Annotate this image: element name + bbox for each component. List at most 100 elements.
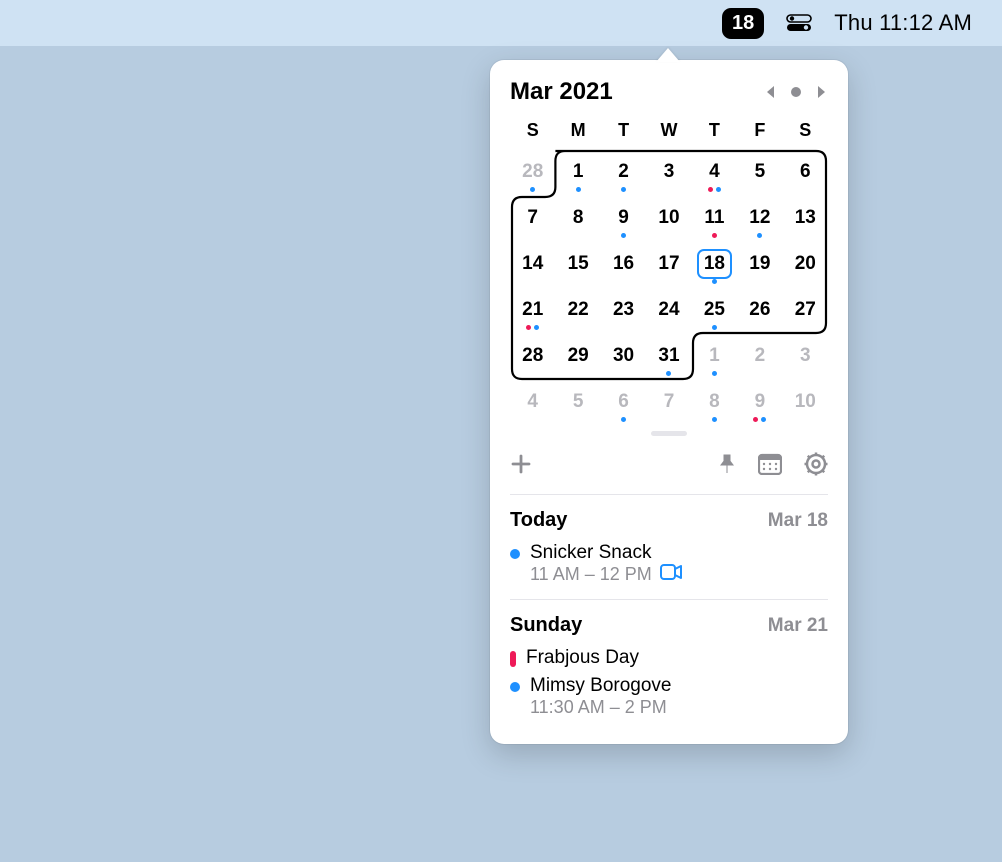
calendar-day-number: 15 [568,253,589,275]
calendar-day-number: 5 [755,161,766,183]
divider [510,599,828,600]
event-dots [601,233,646,238]
menubar-clock[interactable]: Thu 11:12 AM [834,10,972,36]
calendar-day[interactable]: 7 [510,195,555,241]
calendar-day-number: 6 [800,161,811,183]
calendar-day[interactable]: 9 [601,195,646,241]
calendar-day[interactable]: 1 [692,333,737,379]
event-dot-icon [708,187,713,192]
calendar-day-number: 30 [613,345,634,367]
calendar-day[interactable]: 19 [737,241,782,287]
calendar-day[interactable]: 26 [737,287,782,333]
calendar-day-number: 13 [795,207,816,229]
calendar-day[interactable]: 5 [555,379,600,425]
calendar-day-number: 19 [749,253,770,275]
calendar-day[interactable]: 13 [783,195,828,241]
calendar-day[interactable]: 11 [692,195,737,241]
today-dot-icon[interactable] [790,86,802,98]
event-dot-icon [510,549,520,559]
calendar-day[interactable]: 30 [601,333,646,379]
calendar-app-icon[interactable] [758,453,782,475]
calendar-day[interactable]: 12 [737,195,782,241]
calendar-day[interactable]: 16 [601,241,646,287]
event-dot-icon [757,233,762,238]
calendar-day-number: 23 [613,299,634,321]
event-body: Mimsy Borogove11:30 AM – 2 PM [530,675,828,718]
calendar-days-grid: 2812345678910111213141516171819202122232… [510,149,828,425]
calendar-day[interactable]: 28 [510,333,555,379]
agenda-event[interactable]: Snicker Snack11 AM – 12 PM [510,542,828,585]
add-event-button[interactable] [510,453,532,475]
calendar-day[interactable]: 1 [555,149,600,195]
event-dot-icon [666,371,671,376]
calendar-day-number: 4 [709,161,720,183]
event-body: Snicker Snack11 AM – 12 PM [530,542,828,585]
agenda-event[interactable]: Frabjous Day [510,647,828,669]
calendar-day[interactable]: 6 [783,149,828,195]
event-dots [646,371,691,376]
video-call-icon[interactable] [660,564,682,585]
calendar-day[interactable]: 7 [646,379,691,425]
calendar-day[interactable]: 17 [646,241,691,287]
agenda-event[interactable]: Mimsy Borogove11:30 AM – 2 PM [510,675,828,718]
settings-gear-icon[interactable] [804,452,828,476]
calendar-day[interactable]: 4 [510,379,555,425]
calendar-day-number: 9 [755,391,766,413]
calendar-day[interactable]: 28 [510,149,555,195]
next-month-icon[interactable] [816,84,828,100]
event-dot-icon [534,325,539,330]
calendar-day[interactable]: 2 [601,149,646,195]
calendar-day[interactable]: 23 [601,287,646,333]
calendar-day[interactable]: 9 [737,379,782,425]
calendar-day[interactable]: 15 [555,241,600,287]
calendar-day[interactable]: 25 [692,287,737,333]
prev-month-icon[interactable] [764,84,776,100]
calendar-day-number: 29 [568,345,589,367]
event-dots [692,279,737,284]
calendar-day[interactable]: 5 [737,149,782,195]
calendar-day-number: 20 [795,253,816,275]
calendar-day-number: 28 [522,161,543,183]
calendar-day[interactable]: 14 [510,241,555,287]
calendar-day[interactable]: 21 [510,287,555,333]
calendar-day[interactable]: 22 [555,287,600,333]
calendar-day[interactable]: 10 [783,379,828,425]
calendar-day[interactable]: 10 [646,195,691,241]
control-center-icon[interactable] [786,14,812,32]
event-dot-icon [712,233,717,238]
event-title: Snicker Snack [530,542,828,564]
calendar-nav [764,84,828,100]
calendar-day[interactable]: 6 [601,379,646,425]
calendar-day-number: 11 [704,207,724,229]
pin-icon[interactable] [718,454,736,474]
drag-handle[interactable] [651,431,687,436]
calendar-day-number: 31 [658,345,679,367]
calendar-day[interactable]: 3 [646,149,691,195]
calendar-day[interactable]: 3 [783,333,828,379]
calendar-header: Mar 2021 [510,78,828,106]
calendar-day-number: 17 [658,253,679,275]
calendar-day-number: 7 [527,207,538,229]
weekday-label: T [601,120,646,141]
calendar-day[interactable]: 29 [555,333,600,379]
menubar: 18 Thu 11:12 AM [0,0,1002,46]
event-dot-icon [621,233,626,238]
calendar-day-number: 3 [664,161,675,183]
calendar-day[interactable]: 2 [737,333,782,379]
event-dot-icon [712,325,717,330]
event-dots [692,325,737,330]
calendar-day[interactable]: 18 [692,241,737,287]
menubar-date-badge[interactable]: 18 [722,8,764,39]
calendar-day-number: 2 [618,161,629,183]
calendar-day[interactable]: 8 [555,195,600,241]
event-title: Mimsy Borogove [530,675,828,697]
event-dot-icon [621,187,626,192]
calendar-day[interactable]: 20 [783,241,828,287]
calendar-day[interactable]: 24 [646,287,691,333]
calendar-day[interactable]: 4 [692,149,737,195]
calendar-day[interactable]: 31 [646,333,691,379]
calendar-day[interactable]: 8 [692,379,737,425]
event-body: Frabjous Day [526,647,828,669]
event-dot-icon [761,417,766,422]
calendar-day[interactable]: 27 [783,287,828,333]
